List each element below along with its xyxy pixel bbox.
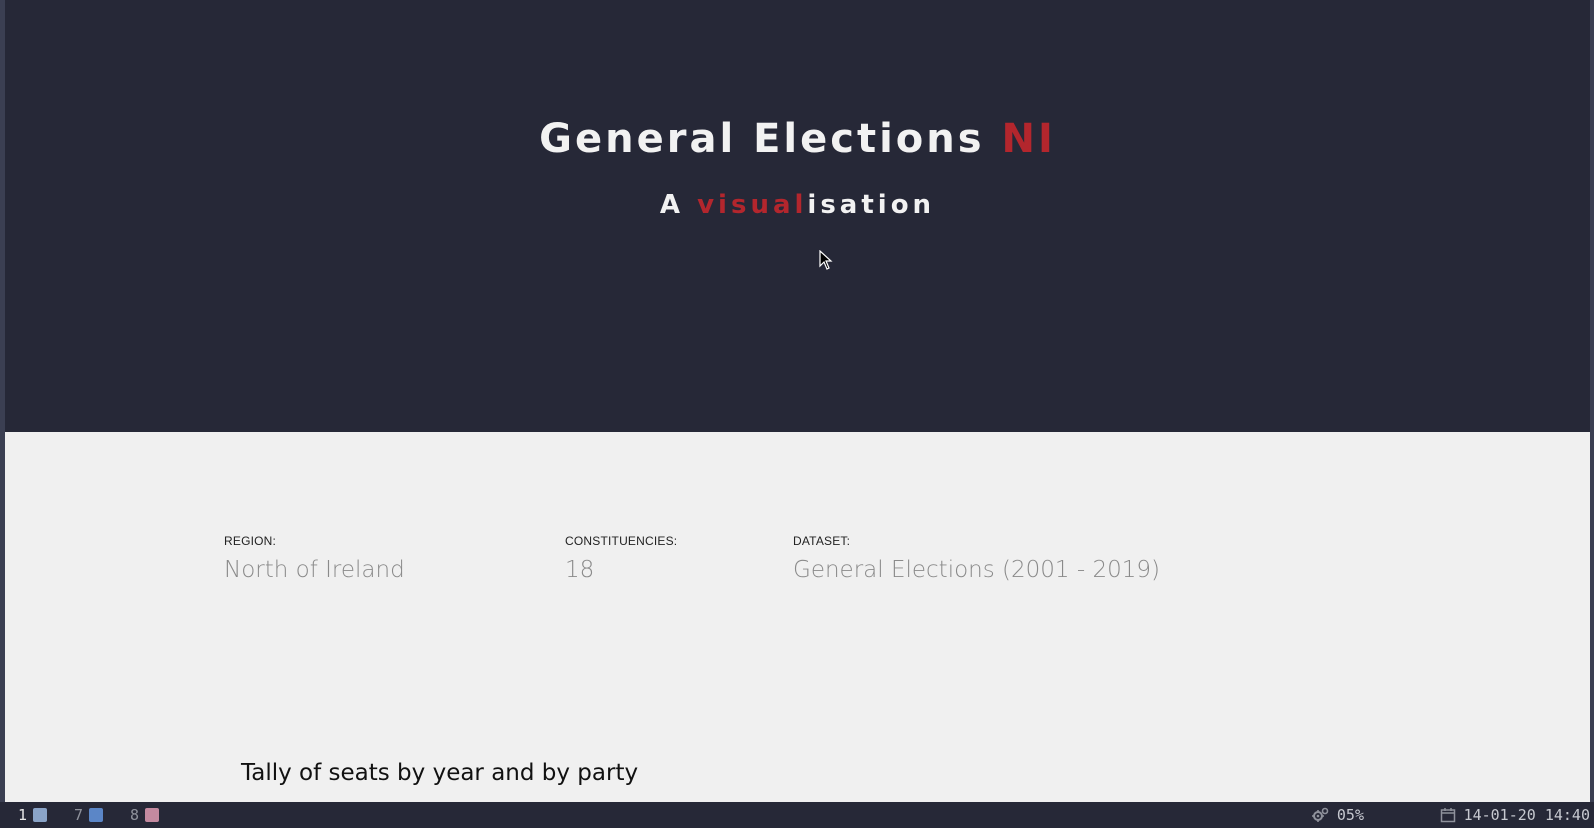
cpu-indicator[interactable]: 05% xyxy=(1311,806,1364,824)
workspace-number: 7 xyxy=(74,806,84,824)
taskbar: 1 7 8 05% 14-01-20 14:40 xyxy=(0,802,1594,828)
window-icon xyxy=(145,808,160,822)
clock-indicator[interactable]: 14-01-20 14:40 xyxy=(1440,806,1590,824)
summary-section: REGION: North of Ireland CONSTITUENCIES:… xyxy=(5,432,1590,802)
datetime-text: 14-01-20 14:40 xyxy=(1463,806,1590,824)
constituencies-value: 18 xyxy=(565,557,595,583)
dataset-value: General Elections (2001 - 2019) xyxy=(793,557,1160,583)
window-icon xyxy=(33,808,48,822)
workspace-number: 1 xyxy=(18,806,28,824)
subtitle-prefix: A xyxy=(659,190,698,220)
subtitle-accent: visual xyxy=(697,190,808,220)
seat-tally-heading: Tally of seats by year and by party xyxy=(241,760,639,786)
workspace-number: 8 xyxy=(130,806,140,824)
calendar-icon xyxy=(1440,808,1455,823)
page-title: General Elections NI xyxy=(5,116,1590,162)
dataset-stat: DATASET: General Elections (2001 - 2019) xyxy=(793,534,1160,583)
constituencies-stat: CONSTITUENCIES: 18 xyxy=(565,534,677,583)
workspace-7[interactable]: 7 xyxy=(74,806,104,824)
window-icon xyxy=(89,808,104,822)
region-value: North of Ireland xyxy=(224,557,405,583)
cpu-usage-text: 05% xyxy=(1336,806,1364,824)
region-stat: REGION: North of Ireland xyxy=(224,534,405,583)
region-label: REGION: xyxy=(224,534,277,548)
browser-viewport[interactable]: General Elections NI A visualisation REG… xyxy=(5,0,1590,802)
constituencies-label: CONSTITUENCIES: xyxy=(565,534,678,548)
page-subtitle: A visualisation xyxy=(5,190,1590,220)
page-title-main: General Elections xyxy=(539,116,1002,162)
dataset-label: DATASET: xyxy=(793,534,851,548)
page-title-accent: NI xyxy=(1001,116,1056,162)
gears-icon xyxy=(1311,807,1329,822)
hero-banner: General Elections NI A visualisation xyxy=(5,0,1590,432)
desktop-screen: General Elections NI A visualisation REG… xyxy=(0,0,1594,828)
mouse-pointer-icon xyxy=(819,250,833,270)
subtitle-suffix: isation xyxy=(807,190,936,220)
workspace-1[interactable]: 1 xyxy=(18,806,48,824)
workspace-8[interactable]: 8 xyxy=(130,806,160,824)
